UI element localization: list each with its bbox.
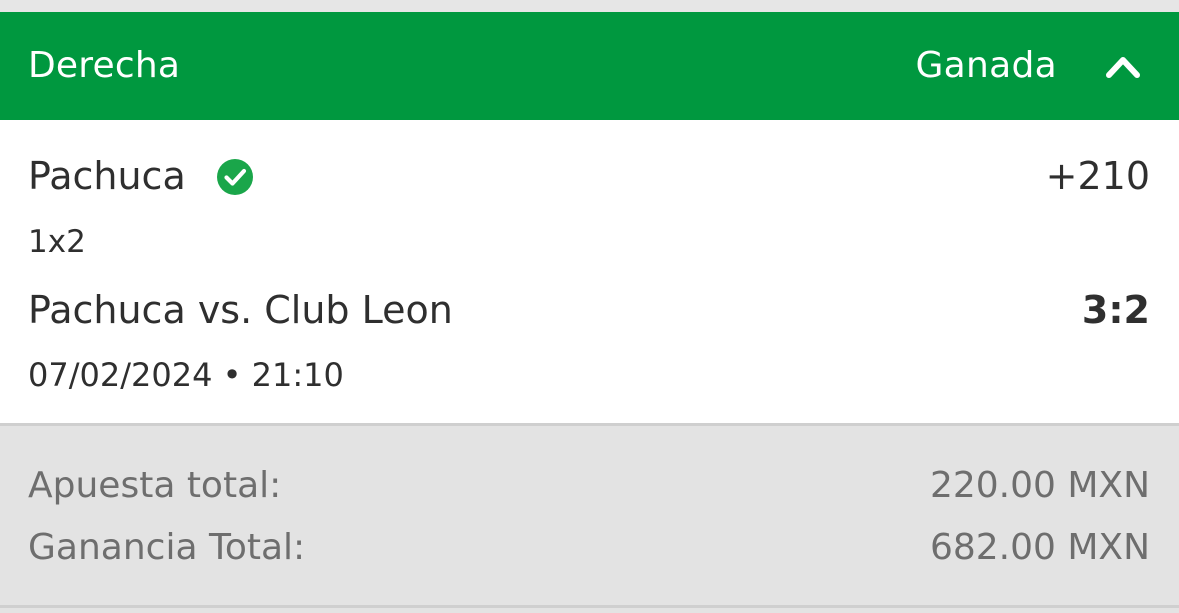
bet-status-label: Ganada [915, 45, 1057, 86]
match-name: Pachuca vs. Club Leon [28, 288, 453, 332]
match-row: Pachuca vs. Club Leon 3:2 [28, 288, 1150, 332]
selection-odds: +210 [1045, 154, 1150, 198]
bottom-divider [0, 605, 1179, 608]
selection-row: Pachuca +210 [28, 154, 1150, 198]
bet-card: Derecha Ganada Pachuca +210 1x2 Pachuca … [0, 0, 1179, 613]
total-win-row: Ganancia Total: 682.00 MXN [28, 526, 1150, 570]
selection-name: Pachuca [28, 154, 186, 198]
bet-header[interactable]: Derecha Ganada [0, 12, 1179, 120]
bet-summary: Apuesta total: 220.00 MXN Ganancia Total… [0, 426, 1179, 605]
match-score: 3:2 [1081, 288, 1150, 332]
bet-type-title: Derecha [28, 45, 181, 86]
total-stake-value: 220.00 MXN [929, 465, 1150, 506]
total-win-value: 682.00 MXN [929, 527, 1150, 568]
bet-details: Pachuca +210 1x2 Pachuca vs. Club Leon 3… [0, 120, 1179, 423]
market-label: 1x2 [28, 224, 86, 260]
check-circle-icon [217, 159, 253, 195]
total-win-label: Ganancia Total: [28, 527, 306, 568]
chevron-up-icon[interactable] [1103, 50, 1143, 82]
top-strip [0, 0, 1179, 12]
match-datetime: 07/02/2024 • 21:10 [28, 356, 344, 394]
total-stake-row: Apuesta total: 220.00 MXN [28, 464, 1150, 508]
total-stake-label: Apuesta total: [28, 465, 282, 506]
